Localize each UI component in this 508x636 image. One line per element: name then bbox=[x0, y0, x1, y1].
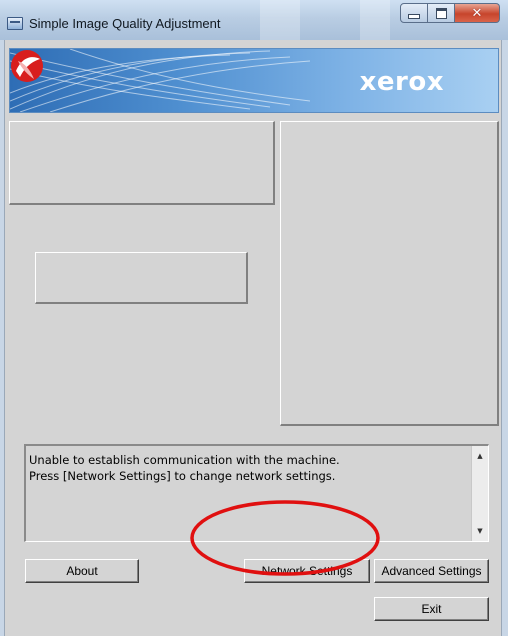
xerox-banner: xerox bbox=[9, 48, 499, 113]
status-message-text: Unable to establish communication with t… bbox=[29, 452, 465, 484]
window-controls: ✕ bbox=[400, 3, 500, 23]
message-scrollbar[interactable]: ▲ ▼ bbox=[471, 446, 488, 541]
titlebar-glass-decor bbox=[260, 0, 300, 40]
client-area: xerox Unable to establish communication … bbox=[4, 40, 502, 636]
image-preview-panel bbox=[9, 121, 275, 205]
close-button[interactable]: ✕ bbox=[455, 3, 500, 23]
scroll-down-arrow-icon[interactable]: ▼ bbox=[472, 523, 488, 539]
message-line: Press [Network Settings] to change netwo… bbox=[29, 469, 336, 483]
app-window-icon bbox=[7, 17, 23, 30]
about-button[interactable]: About bbox=[25, 559, 139, 583]
adjustment-control-panel bbox=[35, 252, 248, 304]
application-window: Simple Image Quality Adjustment ✕ xerox … bbox=[0, 0, 508, 636]
minimize-icon bbox=[408, 13, 420, 19]
side-preview-panel bbox=[280, 121, 499, 426]
window-title: Simple Image Quality Adjustment bbox=[29, 16, 221, 31]
scroll-up-arrow-icon[interactable]: ▲ bbox=[472, 448, 488, 464]
close-icon: ✕ bbox=[471, 5, 483, 21]
maximize-icon bbox=[435, 7, 447, 19]
message-line: Unable to establish communication with t… bbox=[29, 453, 340, 467]
xerox-logo-text: xerox bbox=[359, 67, 444, 97]
advanced-settings-button[interactable]: Advanced Settings bbox=[374, 559, 489, 583]
exit-button[interactable]: Exit bbox=[374, 597, 489, 621]
title-bar[interactable]: Simple Image Quality Adjustment ✕ bbox=[0, 0, 508, 40]
status-message-box[interactable]: Unable to establish communication with t… bbox=[24, 444, 489, 542]
titlebar-glass-decor bbox=[360, 0, 390, 40]
network-settings-button[interactable]: Network Settings bbox=[244, 559, 370, 583]
xerox-logo-icon bbox=[11, 50, 43, 82]
maximize-button[interactable] bbox=[428, 3, 455, 23]
minimize-button[interactable] bbox=[400, 3, 428, 23]
